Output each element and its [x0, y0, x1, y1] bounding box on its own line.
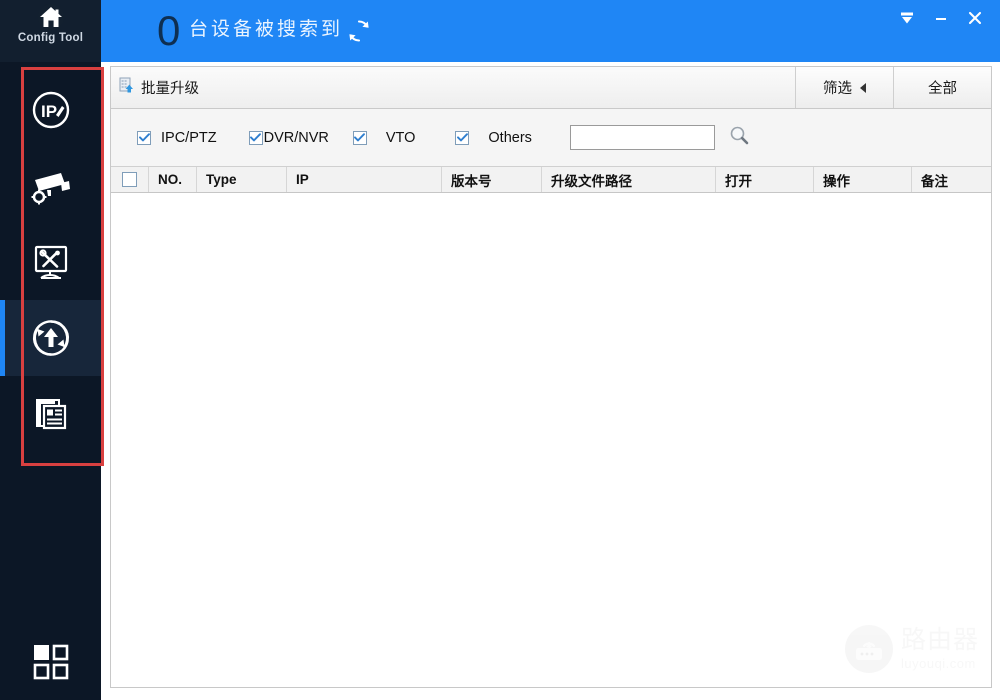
- sidebar-item-device-config[interactable]: [0, 148, 101, 224]
- search-input[interactable]: [569, 125, 715, 150]
- batch-upgrade-button[interactable]: 批量升级: [111, 67, 207, 108]
- column-header-version[interactable]: 版本号: [442, 167, 542, 192]
- sidebar-item-apps-grid[interactable]: [0, 641, 101, 688]
- toolbar: 批量升级 筛选 全部: [111, 67, 991, 109]
- minimize-button[interactable]: [924, 3, 958, 37]
- check-icon: [354, 133, 366, 142]
- column-header-no[interactable]: NO.: [149, 167, 197, 192]
- svg-text:IP: IP: [41, 102, 57, 121]
- table-body: [111, 193, 991, 687]
- checkbox-vto[interactable]: VTO: [352, 129, 416, 146]
- sidebar-item-ip-modify[interactable]: IP: [0, 72, 101, 148]
- triangle-left-icon: [860, 82, 866, 93]
- all-label: 全部: [928, 81, 957, 97]
- device-table: NO. Type IP 版本号 升级文件路径 打开 操作 备注: [111, 167, 991, 687]
- minimize-icon: [933, 11, 949, 30]
- main-panel: 批量升级 筛选 全部 IPC/PTZ DVR/NVR VTO Others NO…: [110, 66, 992, 688]
- checkbox-label: Others: [488, 129, 532, 146]
- title-bar: 0 台设备被搜索到: [101, 0, 1000, 62]
- all-button[interactable]: 全部: [893, 67, 991, 108]
- checkbox-box[interactable]: [137, 130, 151, 145]
- sidebar-item-system-tools[interactable]: [0, 224, 101, 300]
- app-window: Config Tool IP 0 台设备被搜索到 批量升级 筛选 全部 IPC/…: [0, 0, 1000, 700]
- checkbox-dvr-nvr[interactable]: DVR/NVR: [248, 129, 329, 146]
- check-icon: [138, 133, 150, 142]
- filter-button[interactable]: 筛选: [795, 67, 893, 108]
- sidebar-item-upgrade[interactable]: [0, 300, 101, 376]
- filter-label: 筛选: [823, 81, 852, 97]
- checkbox-label: IPC/PTZ: [161, 129, 217, 146]
- select-all-checkbox[interactable]: [122, 172, 137, 187]
- close-icon: [966, 10, 984, 31]
- check-icon: [250, 133, 262, 142]
- sidebar-nav: IP: [0, 72, 101, 452]
- grid-icon: [30, 641, 72, 688]
- batch-upgrade-label: 批量升级: [141, 81, 199, 97]
- home-icon: [36, 3, 66, 31]
- batch-upgrade-icon: [119, 76, 137, 99]
- checkbox-ipc-ptz[interactable]: IPC/PTZ: [137, 130, 217, 146]
- column-header-remark[interactable]: 备注: [912, 167, 991, 192]
- checkbox-label: VTO: [385, 129, 416, 146]
- filter-bar: IPC/PTZ DVR/NVR VTO Others: [111, 109, 991, 167]
- checkbox-box[interactable]: [352, 130, 367, 145]
- checkbox-label: DVR/NVR: [263, 129, 329, 146]
- checkbox-box[interactable]: [455, 130, 470, 145]
- toolbar-right-buttons: 筛选 全部: [795, 67, 991, 108]
- close-button[interactable]: [958, 3, 992, 37]
- selected-indicator: [0, 300, 5, 376]
- filter-funnel-button[interactable]: [890, 3, 924, 37]
- funnel-icon: [899, 11, 915, 30]
- checkbox-box[interactable]: [248, 130, 263, 145]
- column-header-path[interactable]: 升级文件路径: [542, 167, 716, 192]
- sidebar-item-logs[interactable]: [0, 376, 101, 452]
- column-header-type[interactable]: Type: [197, 167, 287, 192]
- window-controls: [890, 0, 992, 40]
- brand-header: Config Tool: [0, 0, 101, 62]
- sidebar: Config Tool IP: [0, 0, 104, 700]
- check-icon: [456, 133, 468, 142]
- column-header-open[interactable]: 打开: [716, 167, 814, 192]
- refresh-icon[interactable]: [344, 16, 374, 51]
- device-count-text: 台设备被搜索到: [189, 19, 344, 40]
- checkbox-others[interactable]: Others: [455, 130, 532, 146]
- select-all-header[interactable]: [111, 167, 149, 192]
- table-header-row: NO. Type IP 版本号 升级文件路径 打开 操作 备注: [111, 167, 991, 193]
- column-header-ip[interactable]: IP: [287, 167, 442, 192]
- search-icon[interactable]: [729, 125, 749, 150]
- device-count: 0: [157, 7, 181, 54]
- column-header-action[interactable]: 操作: [814, 167, 912, 192]
- brand-label: Config Tool: [17, 32, 84, 44]
